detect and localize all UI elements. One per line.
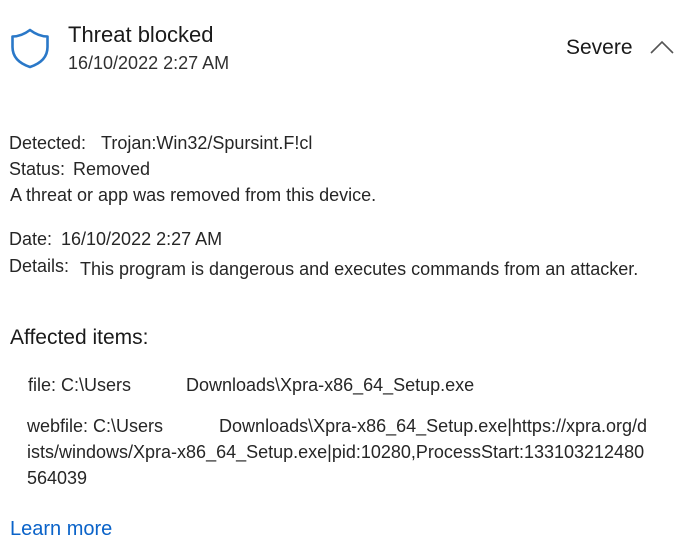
status-value: Removed [73,159,151,179]
affected-item-webfile: webfile: C:\Users Downloads\Xpra-x86_64_S… [27,413,647,491]
status-label: Status: [9,159,66,179]
date-label: Date: [9,229,53,249]
details-value: This program is dangerous and executes c… [80,259,639,279]
affected-item-file-suffix: Downloads\Xpra-x86_64_Setup.exe [186,375,475,395]
chevron-up-icon[interactable] [648,36,674,58]
removal-note: A threat or app was removed from this de… [10,185,377,205]
date-value: 16/10/2022 2:27 AM [61,229,223,249]
learn-more-link[interactable]: Learn more [10,518,112,541]
affected-item-file-prefix: file: C:\Users [28,375,132,395]
affected-items-heading: Affected items: [10,326,149,349]
details-label: Details: [9,256,70,276]
affected-item-webfile-prefix: webfile: C:\Users [27,416,164,436]
threat-title: Threat blocked [68,22,214,47]
detected-label: Detected: [9,133,87,153]
severity-label: Severe [566,36,633,59]
detected-value: Trojan:Win32/Spursint.F!cl [101,133,313,153]
shield-icon [11,28,49,69]
threat-timestamp: 16/10/2022 2:27 AM [68,53,230,73]
